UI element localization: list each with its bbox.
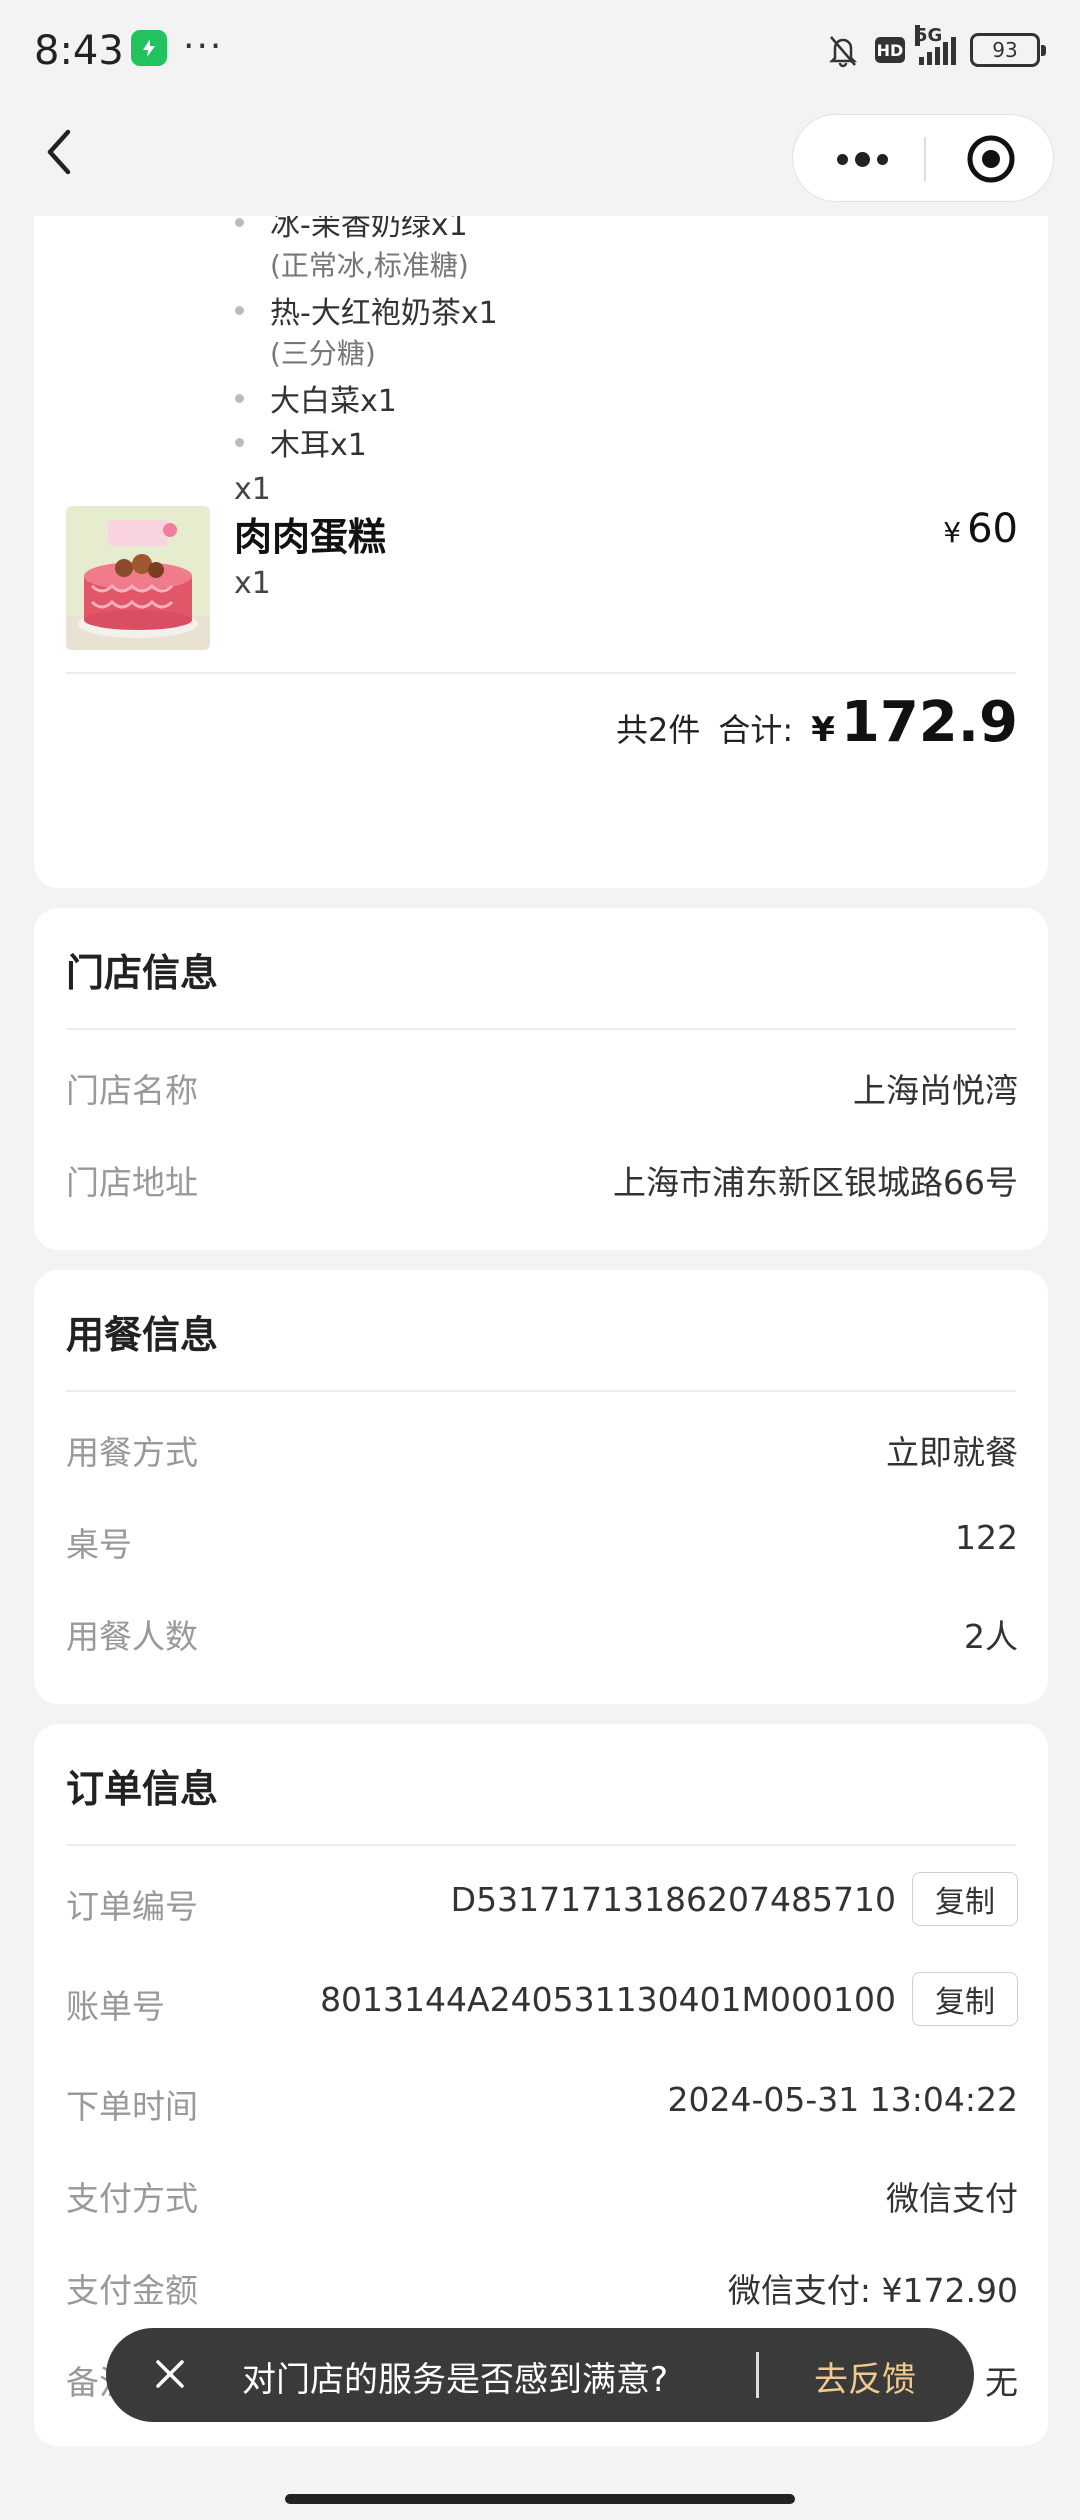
status-bar: 8:43 ··· HD 5G 93 (0, 0, 1080, 100)
dining-mode-value: 立即就餐 (886, 1433, 1018, 1472)
price-value: 60 (967, 506, 1018, 552)
copy-bill-number-button[interactable]: 复制 (912, 1972, 1018, 2026)
table-number-value: 122 (955, 1518, 1018, 1557)
dining-mode-label: 用餐方式 (66, 1433, 198, 1472)
diners-count-value: 2人 (964, 1617, 1018, 1656)
table-number-label: 桌号 (66, 1525, 132, 1564)
more-menu-icon[interactable] (827, 115, 897, 203)
battery-icon: 93 (970, 33, 1046, 67)
status-icons: HD 5G 93 (825, 25, 1046, 70)
feedback-toast: 对门店的服务是否感到满意? 去反馈 (106, 2328, 974, 2422)
app-notification-icon (131, 30, 167, 66)
divider (66, 1028, 1016, 1030)
sub-item-name: 热-大红袍奶茶x1 (270, 296, 498, 331)
dining-info-card: 用餐信息 用餐方式 立即就餐 桌号 122 用餐人数 2人 (34, 1270, 1048, 1704)
feedback-prompt: 对门店的服务是否感到满意? (242, 2360, 669, 2400)
sub-item-note: (正常冰,标准糖) (270, 249, 469, 282)
bill-number-value: 8013144A240531130401M000100 (320, 1979, 896, 2019)
signal-icon: 5G (915, 25, 956, 65)
nav-bar (0, 100, 1080, 216)
store-address-value[interactable]: 上海市浦东新区银城路66号 (613, 1156, 1018, 1204)
payment-amount-value: 微信支付: ¥172.90 (727, 2271, 1018, 2310)
mute-bell-icon (828, 36, 858, 68)
set-quantity: x1 (234, 472, 271, 507)
sub-item-name: 冰-茉香奶绿x1 (270, 216, 468, 243)
store-name-label: 门店名称 (66, 1071, 198, 1110)
more-notifications-icon: ··· (183, 26, 224, 67)
sub-item-note: (三分糖) (270, 337, 376, 370)
store-address-label: 门店地址 (66, 1163, 198, 1202)
back-arrow-icon[interactable] (40, 124, 80, 180)
product-image[interactable] (66, 506, 210, 650)
payment-method-value: 微信支付 (886, 2179, 1018, 2218)
total-amount: ¥172.9 (811, 690, 1018, 755)
total-value: 172.9 (840, 690, 1018, 755)
section-title: 订单信息 (66, 1767, 219, 1811)
remarks-value: 无 (985, 2363, 1018, 2402)
sub-item-name: 大白菜x1 (270, 384, 397, 419)
order-number-row: D53171713186207485710 复制 (451, 1872, 1018, 1926)
currency-symbol: ¥ (811, 710, 835, 750)
order-items-card: 冰-茉香奶绿x1 (正常冰,标准糖) 热-大红袍奶茶x1 (三分糖) 大白菜x1… (34, 216, 1048, 888)
payment-method-label: 支付方式 (66, 2179, 198, 2218)
total-label: 合计: (718, 711, 794, 749)
battery-level: 93 (992, 38, 1018, 62)
currency-symbol: ¥ (943, 516, 962, 549)
give-feedback-link[interactable]: 去反馈 (814, 2352, 916, 2401)
order-time-value: 2024-05-31 13:04:22 (667, 2080, 1018, 2119)
diners-count-label: 用餐人数 (66, 1617, 198, 1656)
divider (66, 1844, 1016, 1846)
product-quantity: x1 (234, 566, 271, 601)
divider (66, 672, 1016, 674)
toast-divider (756, 2352, 759, 2398)
divider (66, 1390, 1016, 1392)
store-info-card: 门店信息 门店名称 上海尚悦湾 门店地址 上海市浦东新区银城路66号 (34, 908, 1048, 1250)
bullet-icon (235, 218, 244, 227)
order-total: 共2件 合计: ¥172.9 (616, 690, 1018, 755)
bill-number-label: 账单号 (66, 1987, 165, 2026)
bill-number-row: 8013144A240531130401M000100 复制 (320, 1972, 1018, 2026)
home-indicator[interactable] (285, 2494, 795, 2504)
order-number-label: 订单编号 (66, 1887, 198, 1926)
order-time-label: 下单时间 (66, 2087, 198, 2126)
store-name-value: 上海尚悦湾 (853, 1071, 1018, 1110)
capsule-divider (924, 137, 926, 181)
product-name: 肉肉蛋糕 (234, 515, 387, 559)
bullet-icon (235, 306, 244, 315)
status-time: 8:43 (34, 28, 124, 74)
item-count: 共2件 (616, 711, 701, 749)
section-title: 用餐信息 (66, 1313, 219, 1357)
bullet-icon (235, 394, 244, 403)
section-title: 门店信息 (66, 951, 219, 995)
close-icon[interactable] (152, 2356, 188, 2392)
product-price: ¥60 (943, 506, 1018, 552)
hd-icon: HD (875, 37, 905, 63)
payment-amount-label: 支付金额 (66, 2271, 198, 2310)
order-number-value: D53171713186207485710 (450, 1879, 896, 1919)
network-type: 5G (915, 25, 943, 46)
sub-item-name: 木耳x1 (270, 428, 367, 463)
page-content: 冰-茉香奶绿x1 (正常冰,标准糖) 热-大红袍奶茶x1 (三分糖) 大白菜x1… (0, 216, 1080, 2520)
bullet-icon (235, 438, 244, 447)
copy-order-number-button[interactable]: 复制 (912, 1872, 1018, 1926)
mini-program-capsule (792, 114, 1054, 202)
close-mini-program-icon[interactable] (963, 131, 1019, 187)
